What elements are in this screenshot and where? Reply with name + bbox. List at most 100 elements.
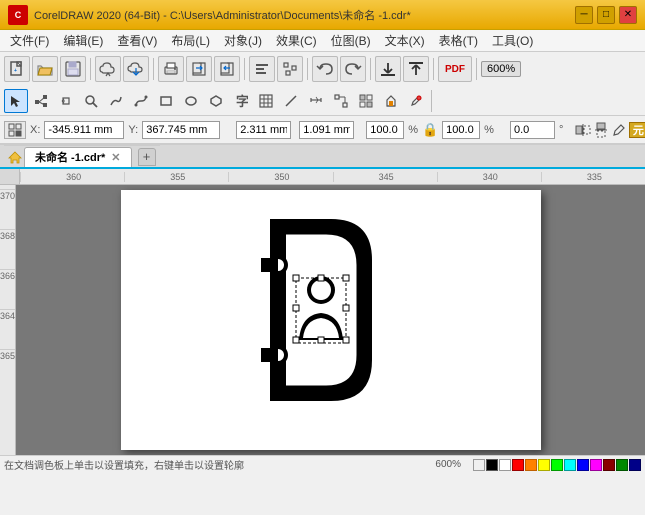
home-icon: [8, 150, 22, 164]
dimension-tool[interactable]: [304, 89, 328, 113]
menu-text[interactable]: 文本(X): [379, 30, 431, 51]
transform-tool[interactable]: [54, 89, 78, 113]
status-bar: 在文档调色板上单击以设置填充，右键单击以设置轮廓 600%: [0, 455, 645, 473]
print-button[interactable]: [158, 56, 184, 82]
arrow-down-button[interactable]: [375, 56, 401, 82]
white-swatch[interactable]: [499, 459, 511, 471]
close-button[interactable]: ✕: [619, 6, 637, 24]
zoom-status: 600%: [435, 459, 461, 470]
ruler-mark: 345: [333, 172, 437, 182]
canvas-page: [121, 190, 541, 450]
ruler-mark: 350: [228, 172, 332, 182]
menu-file[interactable]: 文件(F): [4, 30, 55, 51]
minimize-button[interactable]: ─: [575, 6, 593, 24]
ruler-mark-v: 370: [0, 189, 15, 229]
transform-extra: 元: [575, 122, 645, 138]
align-left-button[interactable]: [249, 56, 275, 82]
scale-h-input[interactable]: [442, 121, 480, 139]
yellow-swatch[interactable]: [538, 459, 550, 471]
line-tool[interactable]: [279, 89, 303, 113]
no-color-swatch[interactable]: [473, 459, 485, 471]
x-input[interactable]: [44, 121, 124, 139]
menu-table[interactable]: 表格(T): [433, 30, 484, 51]
freehand-tool[interactable]: [104, 89, 128, 113]
save-button[interactable]: [60, 56, 86, 82]
menu-effects[interactable]: 效果(C): [270, 30, 323, 51]
main-toolbar: +: [0, 52, 645, 145]
special-button[interactable]: 元: [629, 122, 645, 138]
text-tool[interactable]: 字: [229, 89, 253, 113]
canvas-area[interactable]: 370 368 366 364 365: [0, 185, 645, 455]
align-dist-button[interactable]: [277, 56, 303, 82]
menu-view[interactable]: 查看(V): [111, 30, 163, 51]
ruler-mark-v: 365: [0, 349, 15, 389]
red-swatch[interactable]: [512, 459, 524, 471]
table-tool[interactable]: [254, 89, 278, 113]
bezier-tool[interactable]: [129, 89, 153, 113]
new-button[interactable]: +: [4, 56, 30, 82]
ellipse-tool[interactable]: [179, 89, 203, 113]
new-tab-button[interactable]: +: [138, 148, 156, 166]
window-title: CorelDRAW 2020 (64-Bit) - C:\Users\Admin…: [34, 7, 575, 23]
dark-blue-swatch[interactable]: [629, 459, 641, 471]
menu-bar: 文件(F) 编辑(E) 查看(V) 布局(L) 对象(J) 效果(C) 位图(B…: [0, 30, 645, 52]
menu-bitmap[interactable]: 位图(B): [325, 30, 377, 51]
polygon-tool[interactable]: [204, 89, 228, 113]
orange-swatch[interactable]: [525, 459, 537, 471]
ruler-mark: 355: [124, 172, 228, 182]
undo-button[interactable]: [312, 56, 338, 82]
canvas-scroll[interactable]: [16, 185, 645, 455]
vertical-ruler: 370 368 366 364 365: [0, 185, 16, 455]
dark-green-swatch[interactable]: [616, 459, 628, 471]
height-input[interactable]: [299, 121, 354, 139]
dropper-tool[interactable]: [404, 89, 428, 113]
menu-layout[interactable]: 布局(L): [165, 30, 216, 51]
rectangle-tool[interactable]: [154, 89, 178, 113]
toolbar-separator-3: [244, 58, 245, 80]
ruler-marks-h: 360 355 350 345 340 335: [20, 172, 645, 182]
y-input[interactable]: [142, 121, 220, 139]
maximize-button[interactable]: □: [597, 6, 615, 24]
import-button[interactable]: [186, 56, 212, 82]
cyan-swatch[interactable]: [564, 459, 576, 471]
arrow-up-button[interactable]: [403, 56, 429, 82]
zoom-tool[interactable]: [79, 89, 103, 113]
pattern-tool[interactable]: [354, 89, 378, 113]
svg-text:字: 字: [236, 94, 248, 108]
toolbar-separator-2: [153, 58, 154, 80]
percent-h: %: [484, 124, 494, 136]
open-button[interactable]: [32, 56, 58, 82]
tab-document[interactable]: 未命名 -1.cdr* ✕: [24, 147, 132, 167]
menu-tools[interactable]: 工具(O): [486, 30, 539, 51]
ruler-mark-v: 364: [0, 309, 15, 349]
cloud-sync-button[interactable]: [95, 56, 121, 82]
lock-ratio-button[interactable]: 🔒: [422, 122, 438, 138]
toolbar-separator-5: [370, 58, 371, 80]
ruler-mark: 335: [541, 172, 645, 182]
blue-swatch[interactable]: [577, 459, 589, 471]
dark-red-swatch[interactable]: [603, 459, 615, 471]
cloud-publish-button[interactable]: [123, 56, 149, 82]
black-swatch[interactable]: [486, 459, 498, 471]
green-swatch[interactable]: [551, 459, 563, 471]
redo-button[interactable]: [340, 56, 366, 82]
magenta-swatch[interactable]: [590, 459, 602, 471]
scale-w-input[interactable]: [366, 121, 404, 139]
width-input[interactable]: [236, 121, 291, 139]
ruler-mark-v: 366: [0, 269, 15, 309]
menu-object[interactable]: 对象(J): [218, 30, 268, 51]
connector-tool[interactable]: [329, 89, 353, 113]
ruler-mark: 360: [20, 172, 124, 182]
angle-input[interactable]: [510, 121, 555, 139]
zoom-level[interactable]: 600%: [481, 61, 521, 77]
color-palette[interactable]: [473, 459, 641, 471]
export-button[interactable]: [214, 56, 240, 82]
tools-sep: [431, 90, 432, 112]
tab-close-icon[interactable]: ✕: [111, 151, 120, 164]
toolbar-separator-4: [307, 58, 308, 80]
menu-edit[interactable]: 编辑(E): [57, 30, 109, 51]
pdf-export-button[interactable]: PDF: [438, 56, 472, 82]
node-tool[interactable]: [29, 89, 53, 113]
fill-tool[interactable]: [379, 89, 403, 113]
select-tool[interactable]: [4, 89, 28, 113]
